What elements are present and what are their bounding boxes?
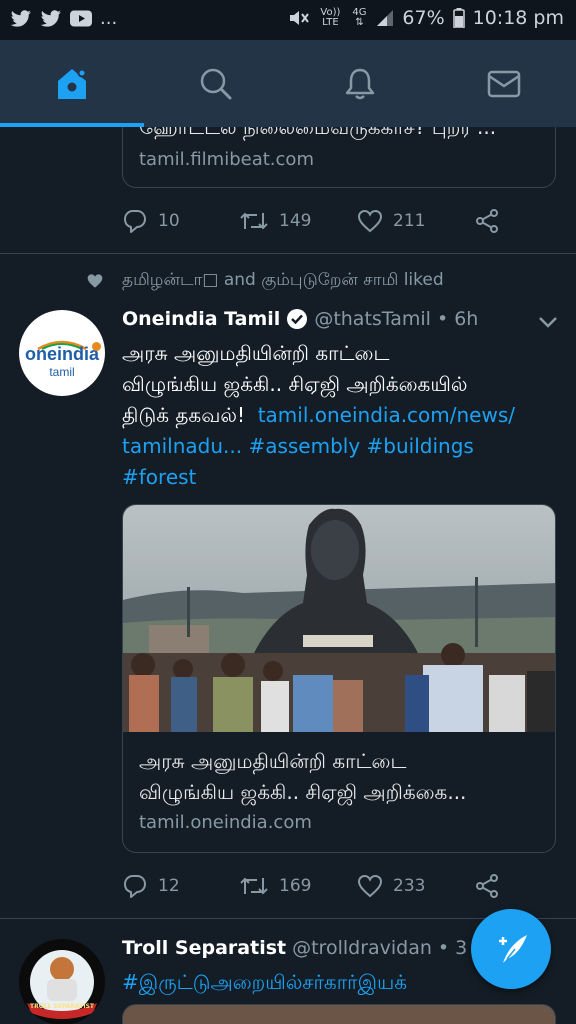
author-handle[interactable]: @trolldravidan (292, 937, 432, 959)
link-card[interactable]: ஹோட்டல் நிலைமைவருக்காச? புறர ... tamil.f… (122, 127, 556, 188)
tweet-link-continued[interactable]: tamilnadu... (122, 434, 242, 458)
reply-icon (124, 875, 146, 898)
link-card-title: விழுங்கிய ஜக்கி.. சிஏஜி அறிக்கை... (139, 780, 467, 804)
social-context-text: தமிழன்டா□ and கும்புடுறேன் சாமி liked (122, 270, 444, 290)
link-card[interactable]: அரசு அனுமதியின்றி காட்டை விழுங்கிய ஜக்கி… (122, 504, 556, 853)
tweet-text-line: tamilnadu... #assembly #buildings (122, 431, 562, 462)
share-button[interactable] (474, 871, 500, 901)
avatar[interactable]: TROLL SEPARATIST (19, 939, 105, 1024)
retweet-button[interactable]: 169 (239, 871, 311, 901)
reply-count: 10 (158, 211, 180, 231)
heart-filled-icon (87, 274, 103, 288)
heart-icon (357, 874, 383, 898)
retweet-icon (240, 212, 268, 230)
tweet-actions: 10 149 211 (122, 206, 502, 236)
tweet-actions: 12 169 233 (122, 871, 502, 901)
network-label: 4G (352, 7, 367, 18)
tweet-time: 3 (455, 937, 468, 959)
mute-icon (290, 11, 310, 25)
dot-separator: • (436, 308, 449, 330)
like-button[interactable]: 233 (357, 871, 425, 901)
author-name[interactable]: Oneindia Tamil (122, 308, 280, 330)
retweet-count: 149 (279, 211, 312, 231)
signal-icon (377, 10, 394, 26)
reply-icon (124, 210, 146, 233)
retweet-count: 169 (279, 876, 312, 896)
hashtag[interactable]: #assembly (248, 434, 360, 458)
tweet-text: அரசு அனுமதியின்றி காட்டை விழுங்கிய ஜக்கி… (122, 338, 562, 493)
more-notifications-indicator: ... (100, 8, 118, 29)
reply-button[interactable]: 10 (122, 206, 180, 236)
tab-home[interactable] (0, 40, 144, 127)
share-icon (476, 874, 498, 898)
tweet-time: 6h (454, 308, 479, 330)
tweet-header: Troll Separatist @trolldravidan • 3 (122, 937, 467, 959)
like-button[interactable]: 211 (357, 206, 425, 236)
youtube-notification-icon (70, 10, 92, 27)
social-context: தமிழன்டா□ and கும்புடுறேன் சாமி liked (86, 270, 444, 292)
tweet-text-line: அரசு அனுமதியின்றி காட்டை (122, 341, 390, 365)
tweet-text-line: #forest (122, 462, 562, 493)
like-count: 211 (393, 211, 426, 231)
author-handle[interactable]: @thatsTamil (314, 308, 431, 330)
top-nav-bar (0, 40, 576, 127)
link-card-image (123, 505, 555, 732)
compose-tweet-button[interactable] (471, 909, 551, 989)
avatar-dot (92, 342, 101, 351)
hashtag[interactable]: #forest (122, 465, 196, 489)
dot-separator: • (437, 937, 450, 959)
reply-button[interactable]: 12 (122, 871, 180, 901)
link-card-text: அரசு அனுமதியின்றி காட்டை விழுங்கிய ஜக்கி… (123, 746, 555, 833)
heart-icon (357, 209, 383, 233)
author-name[interactable]: Troll Separatist (122, 937, 286, 959)
avatar[interactable]: oneindia tamil (19, 310, 105, 396)
bell-icon (345, 68, 375, 99)
hashtag[interactable]: #buildings (367, 434, 474, 458)
network-type: 4G ⇅ (352, 7, 367, 28)
share-icon (476, 209, 498, 233)
tweet-header: Oneindia Tamil @thatsTamil • 6h (122, 308, 478, 330)
volte-indicator: Vo)) LTE (320, 7, 341, 28)
reply-count: 12 (158, 876, 180, 896)
verified-badge-icon (287, 309, 308, 329)
mail-icon (487, 70, 521, 97)
troll-avatar-image (27, 950, 97, 1019)
link-card-title: ஹோட்டல் நிலைமைவருக்காச? புறர ... (139, 127, 497, 139)
tweet-text-line: திடுக் தகவல்! tamil.oneindia.com/news/ (122, 400, 562, 431)
hashtag[interactable]: #இருட்டுஅறையில்சர்கார்இயக் (122, 967, 407, 998)
compose-tweet-icon (499, 935, 527, 963)
retweet-button[interactable]: 149 (239, 206, 311, 236)
battery-icon (452, 8, 465, 28)
clock: 10:18 pm (472, 7, 564, 29)
twitter-notification-icon (10, 9, 31, 27)
tweet-link[interactable]: tamil.oneindia.com/news/ (258, 403, 515, 427)
tab-messages[interactable] (432, 40, 576, 127)
link-card-domain: tamil.oneindia.com (139, 812, 312, 833)
link-card-domain: tamil.filmibeat.com (139, 149, 314, 170)
tweet-text-line: விழுங்கிய ஜக்கி.. சிஏஜி அறிக்கையில் (122, 372, 468, 396)
battery-percent: 67% (402, 7, 445, 29)
avatar-sub: tamil (49, 365, 75, 379)
link-card-title: அரசு அனுமதியின்றி காட்டை (139, 749, 407, 773)
share-button[interactable] (474, 206, 500, 236)
status-bar: ... Vo)) LTE 4G ⇅ 67% 10:18 pm (0, 0, 576, 40)
home-icon (58, 68, 87, 99)
like-count: 233 (393, 876, 426, 896)
timeline-feed[interactable]: ஹோட்டல் நிலைமைவருக்காச? புறர ... tamil.f… (0, 127, 576, 1024)
tab-notifications[interactable] (288, 40, 432, 127)
tab-search[interactable] (144, 40, 288, 127)
twitter-notification-icon (40, 9, 61, 27)
tweet-text-fragment: திடுக் தகவல்! (122, 403, 245, 427)
tweet-menu-chevron-icon[interactable] (538, 316, 558, 328)
search-icon (200, 68, 232, 99)
retweet-icon (240, 877, 268, 895)
media-card-partial[interactable] (122, 1004, 556, 1024)
avatar-label: TROLL SEPARATIST (30, 1003, 94, 1010)
tweet[interactable]: தமிழன்டா□ and கும்புடுறேன் சாமி liked on… (0, 254, 576, 918)
statue-photo (123, 505, 555, 732)
